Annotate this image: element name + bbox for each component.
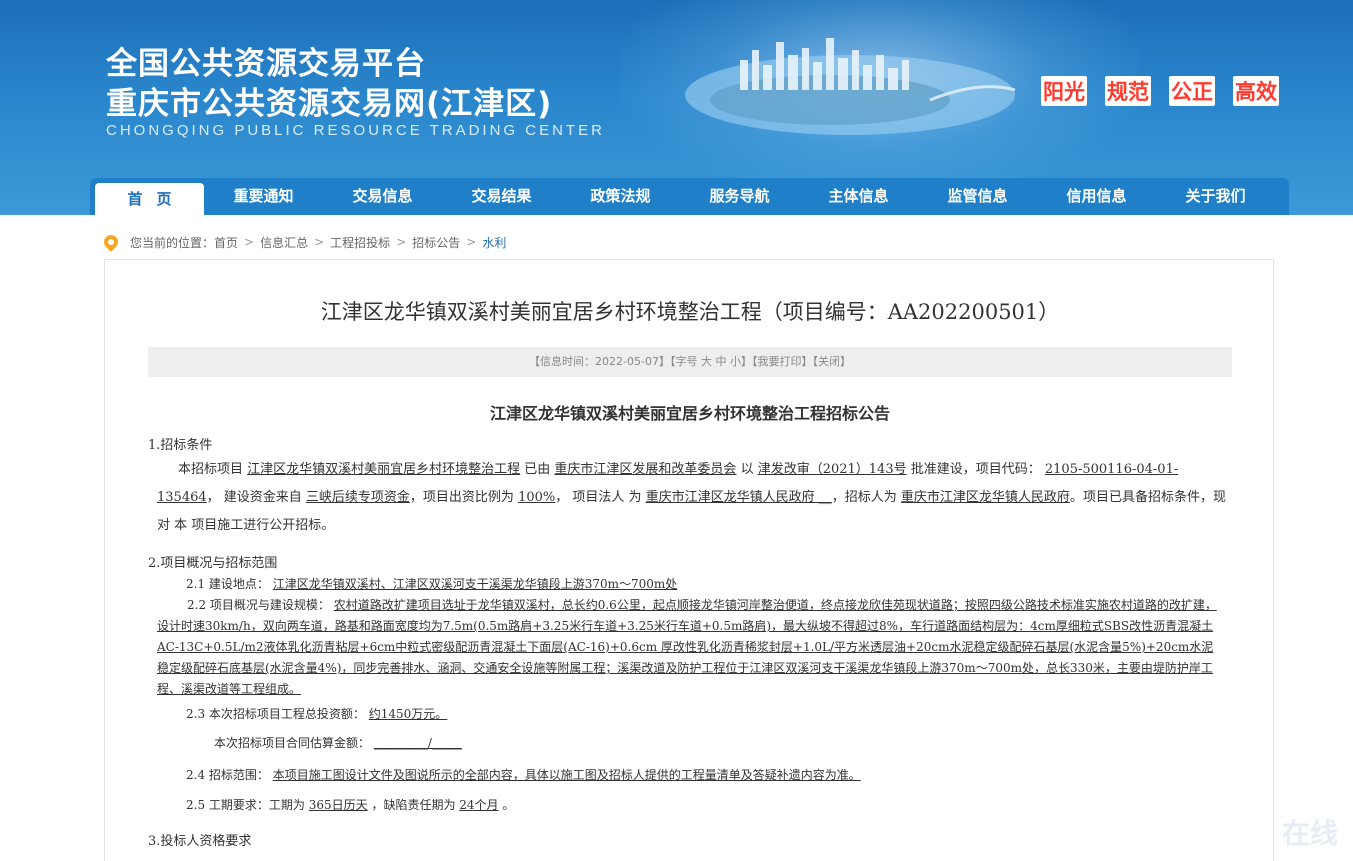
chevron-right-icon: > xyxy=(466,235,477,249)
breadcrumb-prefix: 您当前的位置： xyxy=(130,235,215,250)
slogans: 阳光 规范 公正 高效 xyxy=(1041,76,1279,106)
nav-trading-info[interactable]: 交易信息 xyxy=(323,178,442,215)
article-title: 江津区龙华镇双溪村美丽宜居乡村环境整治工程（项目编号：AA202200501） xyxy=(320,300,1060,324)
chevron-right-icon: > xyxy=(244,235,255,249)
nav-trading-results[interactable]: 交易结果 xyxy=(442,178,561,215)
site-title-line2: 重庆市公共资源交易网(江津区) xyxy=(106,86,553,122)
nav-about-us[interactable]: 关于我们 xyxy=(1156,178,1275,215)
chevron-right-icon: > xyxy=(396,235,407,249)
nav-entity-info[interactable]: 主体信息 xyxy=(799,178,918,215)
close-button[interactable]: 【关闭】 xyxy=(812,355,851,368)
breadcrumb: 您当前的位置： 首页 > 信息汇总 > 工程招投标 > 招标公告 > 水利 xyxy=(101,232,506,252)
nav-credit-info[interactable]: 信用信息 xyxy=(1037,178,1156,215)
nav-home[interactable]: 首页 xyxy=(95,183,204,215)
section-1-paragraph: 本招标项目 江津区龙华镇双溪村美丽宜居乡村环境整治工程 已由 重庆市江津区发展和… xyxy=(157,462,1226,533)
main-nav: 首页 重要通知 交易信息 交易结果 政策法规 服务导航 主体信息 监管信息 信用… xyxy=(90,178,1289,215)
chevron-right-icon: > xyxy=(314,235,325,249)
slogan-fair: 公正 xyxy=(1169,76,1215,106)
info-time: 【信息时间：2022-05-07】 xyxy=(529,355,670,368)
nav-policies[interactable]: 政策法规 xyxy=(561,178,680,215)
font-size-label: 【字号 xyxy=(669,355,698,368)
watermark: 在线 xyxy=(1282,817,1339,850)
site-title-english: CHONGQING PUBLIC RESOURCE TRADING CENTER xyxy=(106,122,605,139)
section-2-3: 2.3 本次招标项目工程总投资额： 约1450万元。 xyxy=(186,707,448,721)
breadcrumb-tender-notice[interactable]: 招标公告 xyxy=(412,234,460,251)
slogan-efficient: 高效 xyxy=(1233,76,1279,106)
nav-important-notices[interactable]: 重要通知 xyxy=(204,178,323,215)
section-2-heading: 2.项目概况与招标范围 xyxy=(148,556,278,571)
slogan-sunshine: 阳光 xyxy=(1041,76,1087,106)
section-2-5: 2.5 工期要求：工期为 365日历天 ，缺陷责任期为 24个月 。 xyxy=(186,798,515,812)
section-1-heading: 1.招标条件 xyxy=(148,438,213,453)
slogan-standard: 规范 xyxy=(1105,76,1151,106)
section-2-3-contract-amount: 本次招标项目合同估算金额： _________/_____ xyxy=(214,736,462,750)
font-large-button[interactable]: 大 xyxy=(701,355,712,368)
font-medium-button[interactable]: 中 xyxy=(715,355,726,368)
nav-supervision-info[interactable]: 监管信息 xyxy=(918,178,1037,215)
breadcrumb-info-summary[interactable]: 信息汇总 xyxy=(260,234,308,251)
notice-title: 江津区龙华镇双溪村美丽宜居乡村环境整治工程招标公告 xyxy=(489,404,890,423)
section-3-heading: 3.投标人资格要求 xyxy=(148,834,252,849)
breadcrumb-engineering-bidding[interactable]: 工程招投标 xyxy=(330,234,390,251)
location-pin-icon xyxy=(101,232,121,252)
city-skyline-image xyxy=(685,38,1016,135)
print-button[interactable]: 【我要打印】 xyxy=(752,355,813,368)
font-small-button[interactable]: 小】 xyxy=(730,355,752,368)
nav-service-guide[interactable]: 服务导航 xyxy=(680,178,799,215)
article-container: 江津区龙华镇双溪村美丽宜居乡村环境整治工程（项目编号：AA202200501） … xyxy=(104,259,1274,861)
breadcrumb-home[interactable]: 首页 xyxy=(214,234,238,251)
breadcrumb-water[interactable]: 水利 xyxy=(482,234,506,251)
article-info-bar: 【信息时间：2022-05-07】【字号 大 中 小】【我要打印】【关闭】 xyxy=(148,347,1232,377)
section-2-1: 2.1 建设地点： 江津区龙华镇双溪村、江津区双溪河支干溪渠龙华镇段上游370m… xyxy=(186,577,678,591)
site-title-line1: 全国公共资源交易平台 xyxy=(106,46,426,82)
section-2-4: 2.4 招标范围： 本项目施工图设计文件及图说所示的全部内容，具体以施工图及招标… xyxy=(186,768,861,782)
section-2-2: 2.2 项目概况与建设规模： 农村道路改扩建项目选址于龙华镇双溪村，总长约0.6… xyxy=(157,598,1217,696)
